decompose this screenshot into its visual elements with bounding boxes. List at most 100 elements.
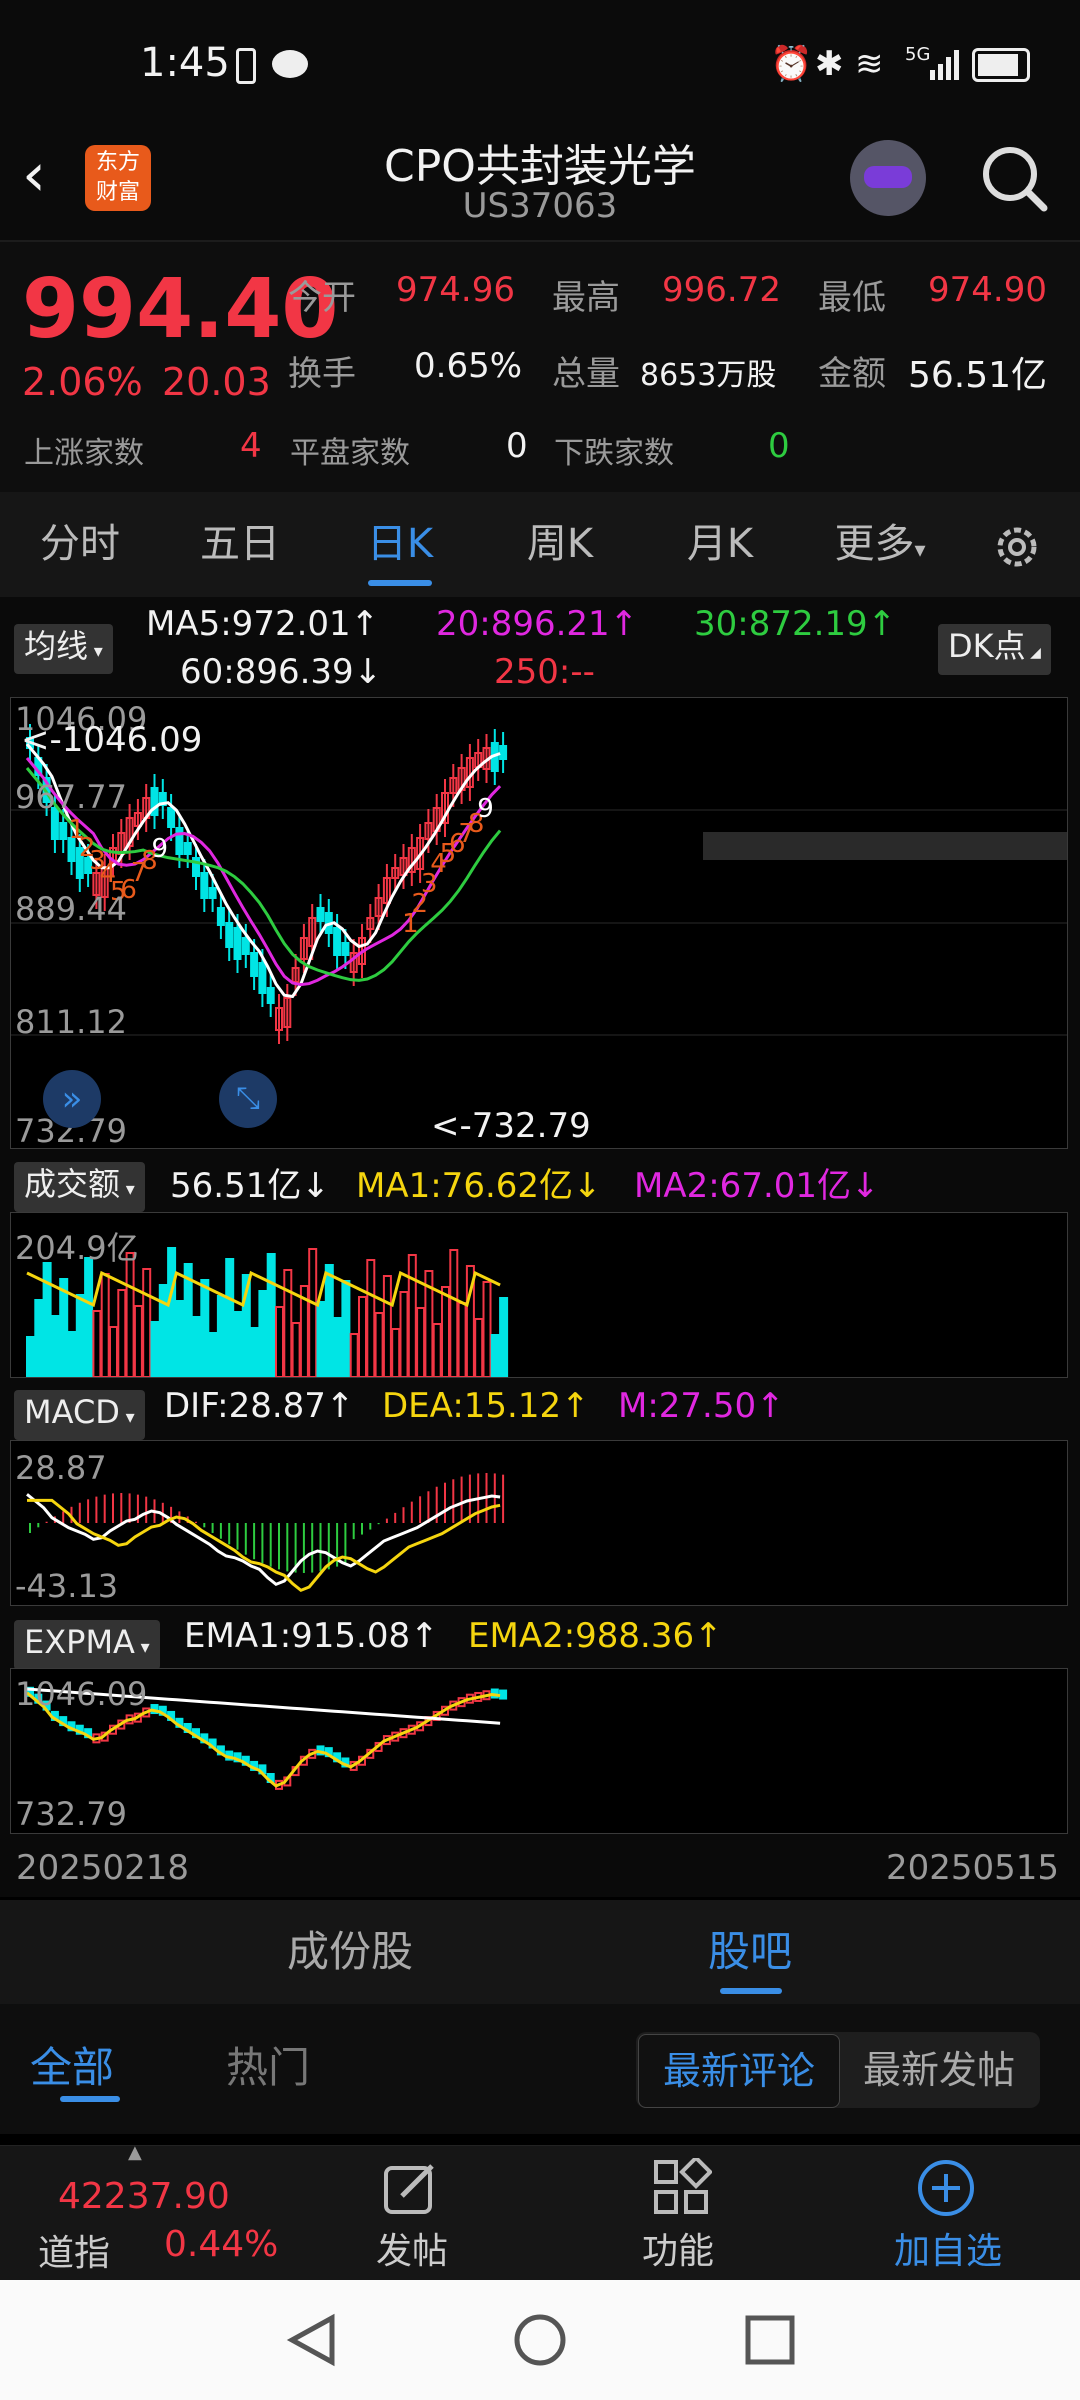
active-tab-indicator	[368, 580, 432, 586]
candle	[441, 779, 449, 837]
down-count-label: 下跌家数	[554, 436, 674, 471]
robot-assistant-icon[interactable]	[850, 140, 926, 216]
volume-label: 总量	[552, 354, 620, 394]
volume-chart	[26, 1247, 509, 1377]
volume-bar	[349, 1333, 359, 1377]
expand-left-icon[interactable]: »	[43, 1070, 101, 1128]
volume-indicator-button[interactable]: 成交额 ▾	[14, 1162, 145, 1212]
back-nav-icon[interactable]	[282, 2310, 342, 2370]
expma-chart	[26, 1686, 508, 1790]
dropdown-icon: ▾	[134, 1637, 150, 1658]
expma-candle	[499, 1689, 508, 1700]
filter-indicator	[60, 2096, 120, 2102]
up-count-label: 上涨家数	[24, 436, 144, 471]
period-tabs: 分时 五日 日K 周K 月K 更多▾	[0, 492, 1080, 597]
high-label: 最高	[552, 278, 620, 318]
volume-bar	[67, 1331, 77, 1377]
dk-point-label: DK点	[948, 627, 1026, 665]
volume-ma2: MA2:67.01亿↓	[634, 1166, 880, 1206]
indicator-ma-button[interactable]: 均线 ▾	[14, 624, 113, 674]
volume-bar	[449, 1249, 459, 1377]
volume-bar	[92, 1310, 102, 1377]
amount-label: 金额	[818, 354, 886, 394]
volume-bar	[391, 1328, 401, 1377]
index-change: 0.44%	[164, 2224, 279, 2265]
y-tick-2: 967.77	[15, 778, 127, 816]
volume-bar	[117, 1289, 127, 1377]
tab-constituents[interactable]: 成份股	[200, 1900, 500, 2004]
volume-bar	[283, 1269, 293, 1377]
volume-bar	[34, 1299, 44, 1377]
candle	[499, 732, 508, 773]
macd-dif: DIF:28.87↑	[164, 1386, 355, 1426]
kline-panel[interactable]: 123456789123456789 1046.09 967.77 889.44…	[10, 697, 1068, 1150]
macd-indicator-button[interactable]: MACD ▾	[14, 1390, 145, 1440]
macd-chart	[26, 1473, 505, 1593]
index-ticker[interactable]: 42237.90 道指 0.44%	[0, 2146, 300, 2281]
tab-minute[interactable]: 分时	[0, 492, 160, 597]
search-icon[interactable]	[980, 144, 1050, 218]
candle	[225, 909, 234, 961]
tab-monthly-k[interactable]: 月K	[640, 492, 800, 597]
expma-panel[interactable]: 1046.09 732.79	[10, 1668, 1068, 1834]
sort-latest-comment[interactable]: 最新评论	[638, 2034, 840, 2108]
candle	[432, 794, 441, 845]
volume-bar	[84, 1257, 94, 1377]
y-tick-3: 889.44	[15, 890, 127, 928]
volume-bar	[100, 1273, 110, 1377]
settings-gear-icon[interactable]	[990, 520, 1044, 578]
volume-bar	[59, 1278, 69, 1377]
volume-bar	[167, 1247, 177, 1377]
filter-hot[interactable]: 热门	[226, 2034, 310, 2095]
add-watchlist-button[interactable]: 加自选	[870, 2146, 1030, 2281]
volume-bar	[324, 1264, 334, 1377]
volume-indicator-label: 成交额	[24, 1165, 121, 1203]
expma-indicator-button[interactable]: EXPMA ▾	[14, 1620, 160, 1670]
flat-count: 0	[506, 426, 528, 466]
volume-bar	[457, 1302, 467, 1377]
volume-bar	[358, 1296, 367, 1377]
volume-bar	[75, 1294, 85, 1377]
volume-bar	[150, 1321, 160, 1377]
volume-bar	[382, 1275, 392, 1377]
tab-five-day[interactable]: 五日	[160, 492, 320, 597]
tab-weekly-k[interactable]: 周K	[480, 492, 640, 597]
fullscreen-icon[interactable]: ⤡	[219, 1070, 277, 1128]
candle	[142, 784, 151, 832]
index-value: 42237.90	[58, 2176, 230, 2217]
recents-nav-icon[interactable]	[740, 2310, 800, 2370]
volume-bar	[275, 1306, 284, 1377]
macd-dea: DEA:15.12↑	[382, 1386, 590, 1426]
volume-bar	[374, 1312, 384, 1377]
candle	[150, 774, 159, 829]
function-button[interactable]: 功能	[610, 2146, 750, 2281]
sort-latest-post[interactable]: 最新发帖	[840, 2034, 1038, 2106]
macd-panel[interactable]: 28.87 -43.13	[10, 1440, 1068, 1606]
volume-bar	[26, 1336, 35, 1377]
post-button[interactable]: 发帖	[340, 2146, 480, 2281]
low-value: 974.90	[928, 270, 1047, 310]
candle	[283, 984, 292, 1041]
back-button[interactable]: ‹	[22, 140, 46, 210]
volume-bar	[333, 1317, 343, 1377]
dropdown-icon: ▾	[120, 1179, 135, 1200]
tab-more[interactable]: 更多▾	[800, 492, 960, 597]
volume-bar	[109, 1326, 118, 1377]
expma-ema2: EMA2:988.36↑	[468, 1616, 723, 1656]
plus-circle-icon	[918, 2160, 974, 2216]
volume-panel[interactable]: 204.9亿	[10, 1212, 1068, 1378]
open-value: 974.96	[396, 270, 515, 310]
stock-code: US37063	[462, 186, 618, 226]
dk-point-button[interactable]: DK点 ◢	[938, 624, 1051, 675]
low-label: 最低	[818, 278, 886, 318]
header: ‹ 东方 财富 CPO共封装光学 US37063	[0, 130, 1080, 240]
home-nav-icon[interactable]	[510, 2310, 570, 2370]
filter-all[interactable]: 全部	[30, 2034, 114, 2095]
status-time: 1:45	[140, 40, 230, 86]
corner-icon: ◢	[1025, 645, 1041, 661]
volume-bar	[482, 1281, 492, 1377]
amount-value: 56.51亿	[908, 355, 1048, 396]
volume-value: 56.51亿↓	[170, 1166, 330, 1206]
volume-bar	[125, 1252, 135, 1377]
volume-bar	[291, 1322, 301, 1377]
